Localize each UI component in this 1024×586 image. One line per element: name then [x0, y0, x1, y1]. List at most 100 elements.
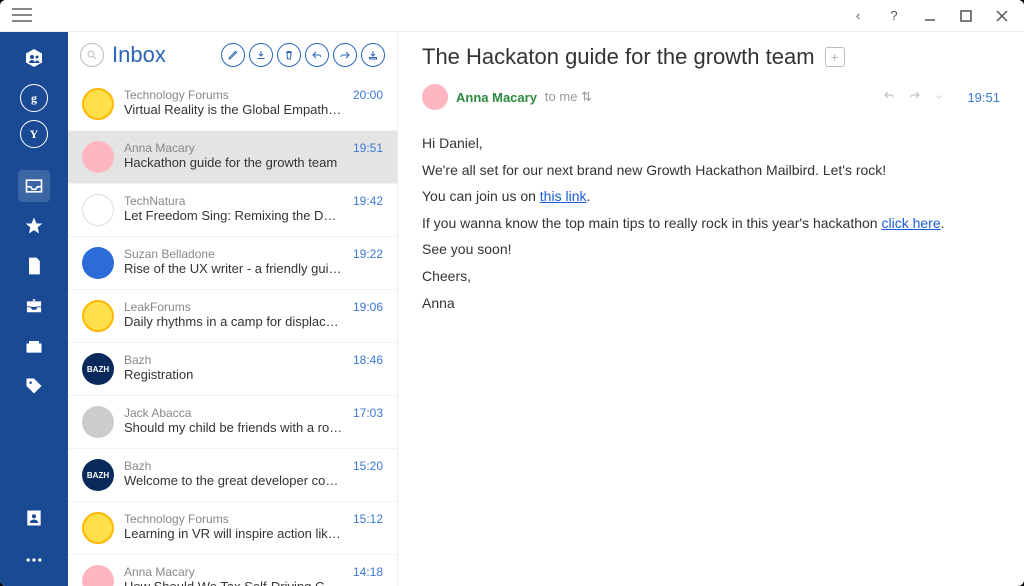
avatar: BAZH: [82, 459, 114, 491]
message-row[interactable]: Anna MacaryHow Should We Tax Self-Drivin…: [68, 555, 397, 586]
body-line: You can join us on this link.: [422, 183, 1000, 210]
download-button[interactable]: [249, 43, 273, 67]
app-window: ‹ ? g Y: [0, 0, 1024, 586]
message-time: 14:18: [353, 565, 383, 579]
message-sender: Jack Abacca: [124, 406, 343, 420]
email-body: Hi Daniel, We're all set for our next br…: [422, 130, 1000, 316]
message-row[interactable]: BAZH BazhWelcome to the great developer c…: [68, 449, 397, 502]
reply-icon[interactable]: [881, 88, 897, 106]
avatar: [82, 406, 114, 438]
folder-title: Inbox: [112, 42, 213, 68]
account-contacts-icon[interactable]: [16, 40, 52, 76]
message-sender: Suzan Belladone: [124, 247, 343, 261]
join-link[interactable]: this link: [540, 188, 587, 204]
message-subject: Virtual Reality is the Global Empathy Ma…: [124, 102, 343, 117]
archive-button[interactable]: [361, 43, 385, 67]
message-subject: How Should We Tax Self-Driving Cars?: [124, 579, 343, 586]
body-line: Hi Daniel,: [422, 130, 1000, 157]
message-sender: Anna Macary: [124, 141, 343, 155]
body-line: Anna: [422, 290, 1000, 317]
message-sender: Anna Macary: [124, 565, 343, 579]
reader-pane: The Hackaton guide for the growth team +…: [398, 32, 1024, 586]
email-meta: Anna Macary to me ⇅ 19:51: [422, 84, 1000, 124]
sender-name: Anna Macary: [456, 90, 537, 105]
message-sender: Bazh: [124, 353, 343, 367]
message-row[interactable]: Jack AbaccaShould my child be friends wi…: [68, 396, 397, 449]
avatar: BAZH: [82, 353, 114, 385]
inbox-icon[interactable]: [18, 170, 50, 202]
message-sender: Bazh: [124, 459, 343, 473]
help-button[interactable]: ?: [884, 6, 904, 26]
titlebar: ‹ ?: [0, 0, 1024, 32]
sidebar: g Y: [0, 32, 68, 586]
avatar: [82, 565, 114, 586]
message-sender: Technology Forums: [124, 88, 343, 102]
body-line: See you soon!: [422, 236, 1000, 263]
forward-button[interactable]: [333, 43, 357, 67]
message-time: 19:42: [353, 194, 383, 208]
sender-avatar: [422, 84, 448, 110]
message-list-pane: Inbox Technology ForumsVirtual Reality i…: [68, 32, 398, 586]
add-tag-button[interactable]: +: [825, 47, 845, 67]
address-book-icon[interactable]: [18, 502, 50, 534]
message-subject: Registration: [124, 367, 343, 382]
message-subject: Hackathon guide for the growth team: [124, 155, 343, 170]
delete-button[interactable]: [277, 43, 301, 67]
tips-link[interactable]: click here: [881, 215, 940, 231]
more-icon[interactable]: [18, 544, 50, 576]
message-row[interactable]: Technology ForumsLearning in VR will ins…: [68, 502, 397, 555]
recipient-label: to me ⇅: [545, 89, 592, 105]
message-row[interactable]: TechNaturaLet Freedom Sing: Remixing the…: [68, 184, 397, 237]
message-subject: Daily rhythms in a camp for displaced pe…: [124, 314, 343, 329]
reply-button[interactable]: [305, 43, 329, 67]
more-actions-icon[interactable]: [933, 88, 945, 106]
account-google-icon[interactable]: g: [20, 84, 48, 112]
message-time: 19:22: [353, 247, 383, 261]
message-time: 15:20: [353, 459, 383, 473]
maximize-button[interactable]: [956, 6, 976, 26]
message-sender: Technology Forums: [124, 512, 343, 526]
message-row[interactable]: Suzan BelladoneRise of the UX writer - a…: [68, 237, 397, 290]
body-line: Cheers,: [422, 263, 1000, 290]
email-actions: 19:51: [881, 88, 1000, 106]
forward-icon[interactable]: [907, 88, 923, 106]
starred-icon[interactable]: [18, 210, 50, 242]
close-button[interactable]: [992, 6, 1012, 26]
search-icon[interactable]: [80, 43, 104, 67]
message-row[interactable]: LeakForumsDaily rhythms in a camp for di…: [68, 290, 397, 343]
list-header: Inbox: [68, 32, 397, 78]
body-line: We're all set for our next brand new Gro…: [422, 157, 1000, 184]
avatar: [82, 194, 114, 226]
drafts-icon[interactable]: [18, 250, 50, 282]
message-time: 18:46: [353, 353, 383, 367]
back-button[interactable]: ‹: [848, 6, 868, 26]
avatar: [82, 300, 114, 332]
message-time: 19:51: [353, 141, 383, 155]
avatar: [82, 247, 114, 279]
message-subject: Let Freedom Sing: Remixing the Declarati…: [124, 208, 343, 223]
avatar: [82, 512, 114, 544]
avatar: [82, 88, 114, 120]
message-subject: Should my child be friends with a robot.…: [124, 420, 343, 435]
message-list[interactable]: Technology ForumsVirtual Reality is the …: [68, 78, 397, 586]
message-row[interactable]: Anna MacaryHackathon guide for the growt…: [68, 131, 397, 184]
email-title-text: The Hackaton guide for the growth team: [422, 44, 815, 70]
email-title: The Hackaton guide for the growth team +: [422, 44, 1000, 70]
message-row[interactable]: BAZH BazhRegistration 18:46: [68, 343, 397, 396]
account-yahoo-icon[interactable]: Y: [20, 120, 48, 148]
message-time: 19:06: [353, 300, 383, 314]
message-subject: Welcome to the great developer commu...: [124, 473, 343, 488]
message-row[interactable]: Technology ForumsVirtual Reality is the …: [68, 78, 397, 131]
message-subject: Rise of the UX writer - a friendly guide…: [124, 261, 343, 276]
body-line: If you wanna know the top main tips to r…: [422, 210, 1000, 237]
message-subject: Learning in VR will inspire action like …: [124, 526, 343, 541]
outbox-icon[interactable]: [18, 330, 50, 362]
archive-icon[interactable]: [18, 290, 50, 322]
message-time: 15:12: [353, 512, 383, 526]
menu-icon[interactable]: [12, 8, 32, 27]
tags-icon[interactable]: [18, 370, 50, 402]
compose-button[interactable]: [221, 43, 245, 67]
message-sender: LeakForums: [124, 300, 343, 314]
message-time: 20:00: [353, 88, 383, 102]
minimize-button[interactable]: [920, 6, 940, 26]
